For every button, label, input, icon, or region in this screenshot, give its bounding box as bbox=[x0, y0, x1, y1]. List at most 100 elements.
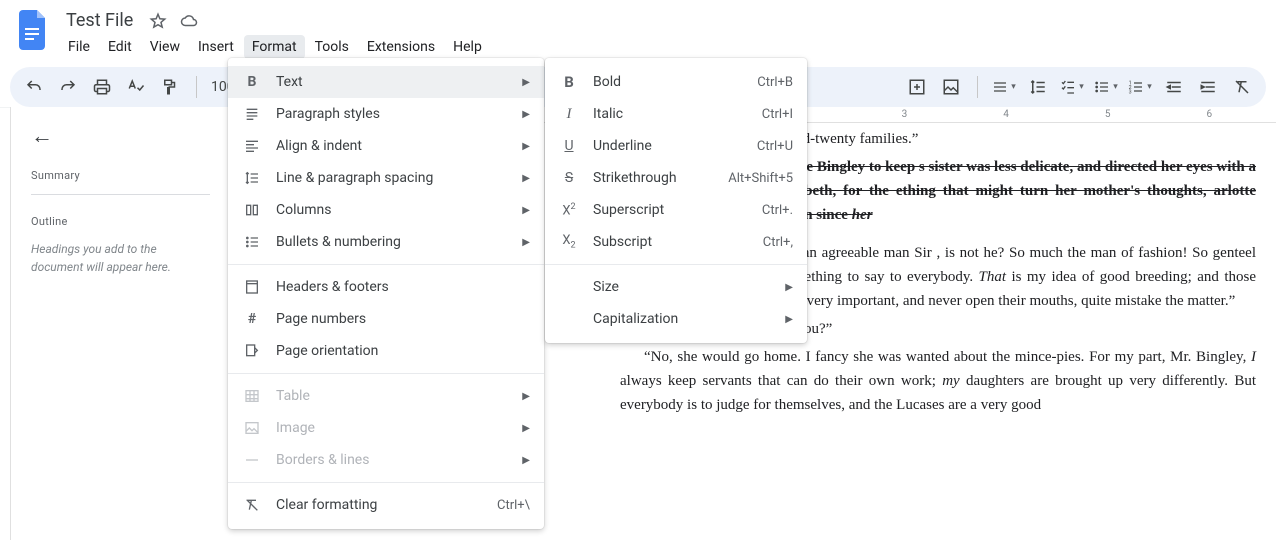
format-line-spacing[interactable]: Line & paragraph spacing ▶ bbox=[228, 162, 544, 194]
checklist-button[interactable] bbox=[1060, 75, 1084, 99]
decrease-indent-button[interactable] bbox=[1162, 75, 1186, 99]
docs-logo[interactable] bbox=[16, 12, 52, 48]
increase-indent-button[interactable] bbox=[1196, 75, 1220, 99]
menu-format[interactable]: Format bbox=[244, 35, 305, 59]
menu-label: Bullets & numbering bbox=[276, 234, 508, 250]
table-icon bbox=[242, 386, 262, 406]
format-bullets-numbering[interactable]: Bullets & numbering ▶ bbox=[228, 226, 544, 258]
back-arrow-icon[interactable]: ← bbox=[31, 123, 210, 149]
menu-tools[interactable]: Tools bbox=[307, 35, 357, 59]
text-strikethrough[interactable]: S Strikethrough Alt+Shift+5 bbox=[545, 162, 807, 194]
text-superscript[interactable]: X2 Superscript Ctrl+. bbox=[545, 194, 807, 226]
menu-bar: File Edit View Insert Format Tools Exten… bbox=[60, 35, 490, 59]
format-paragraph-styles[interactable]: Paragraph styles ▶ bbox=[228, 98, 544, 130]
menu-label: Page orientation bbox=[276, 343, 530, 359]
svg-text:3: 3 bbox=[1129, 90, 1132, 95]
menu-separator bbox=[228, 373, 544, 374]
paint-format-button[interactable] bbox=[158, 75, 182, 99]
text-size[interactable]: Size ▶ bbox=[545, 271, 807, 303]
cloud-icon[interactable] bbox=[179, 12, 199, 30]
list-icon bbox=[242, 232, 262, 252]
menu-view[interactable]: View bbox=[142, 35, 188, 59]
chevron-right-icon: ▶ bbox=[785, 314, 793, 325]
numbered-list-button[interactable]: 123 bbox=[1128, 75, 1152, 99]
line-spacing-icon bbox=[242, 168, 262, 188]
format-clear-formatting[interactable]: Clear formatting Ctrl+\ bbox=[228, 489, 544, 521]
align-button[interactable] bbox=[992, 75, 1016, 99]
insert-image-box-button[interactable] bbox=[905, 75, 929, 99]
menu-label: Table bbox=[276, 388, 508, 404]
line-spacing-button[interactable] bbox=[1026, 75, 1050, 99]
chevron-right-icon: ▶ bbox=[522, 391, 530, 402]
menu-label: Capitalization bbox=[593, 311, 771, 327]
menu-help[interactable]: Help bbox=[445, 35, 490, 59]
text-underline[interactable]: U Underline Ctrl+U bbox=[545, 130, 807, 162]
menu-extensions[interactable]: Extensions bbox=[359, 35, 443, 59]
insert-image-button[interactable] bbox=[939, 75, 963, 99]
text-italic[interactable]: I Italic Ctrl+I bbox=[545, 98, 807, 130]
vertical-ruler bbox=[0, 107, 11, 540]
underline-icon: U bbox=[559, 136, 579, 156]
undo-button[interactable] bbox=[22, 75, 46, 99]
divider bbox=[31, 194, 210, 195]
menu-shortcut: Ctrl+, bbox=[763, 235, 793, 250]
page-number-icon: # bbox=[242, 309, 262, 329]
body-text: her bbox=[852, 207, 873, 223]
ruler-tick: 4 bbox=[1003, 109, 1009, 120]
star-icon[interactable] bbox=[149, 12, 167, 30]
format-headers-footers[interactable]: Headers & footers bbox=[228, 271, 544, 303]
header-footer-icon bbox=[242, 277, 262, 297]
menu-shortcut: Ctrl+B bbox=[757, 75, 793, 90]
bulleted-list-button[interactable] bbox=[1094, 75, 1118, 99]
chevron-right-icon: ▶ bbox=[522, 77, 530, 88]
menu-label: Subscript bbox=[593, 234, 749, 250]
format-align-indent[interactable]: Align & indent ▶ bbox=[228, 130, 544, 162]
format-page-numbers[interactable]: # Page numbers bbox=[228, 303, 544, 335]
body-text: “No, she would go home. I fancy she was … bbox=[644, 349, 1251, 365]
menu-label: Borders & lines bbox=[276, 452, 508, 468]
menu-separator bbox=[545, 264, 807, 265]
menu-shortcut: Ctrl+I bbox=[762, 107, 793, 122]
header: Test File File Edit View Insert Format T… bbox=[0, 0, 1276, 59]
menu-file[interactable]: File bbox=[60, 35, 98, 59]
subscript-icon: X2 bbox=[559, 232, 579, 252]
menu-separator bbox=[228, 482, 544, 483]
format-menu: B Text ▶ Paragraph styles ▶ Align & inde… bbox=[228, 58, 544, 529]
spellcheck-button[interactable] bbox=[124, 75, 148, 99]
format-page-orientation[interactable]: Page orientation bbox=[228, 335, 544, 367]
menu-label: Size bbox=[593, 279, 771, 295]
body-text: my bbox=[942, 373, 960, 389]
text-subscript[interactable]: X2 Subscript Ctrl+, bbox=[545, 226, 807, 258]
format-text[interactable]: B Text ▶ bbox=[228, 66, 544, 98]
text-bold[interactable]: B Bold Ctrl+B bbox=[545, 66, 807, 98]
borders-icon bbox=[242, 450, 262, 470]
clear-formatting-button[interactable] bbox=[1230, 75, 1254, 99]
menu-insert[interactable]: Insert bbox=[190, 35, 242, 59]
menu-label: Underline bbox=[593, 138, 743, 154]
italic-icon: I bbox=[559, 104, 579, 124]
menu-edit[interactable]: Edit bbox=[100, 35, 140, 59]
format-columns[interactable]: Columns ▶ bbox=[228, 194, 544, 226]
chevron-right-icon: ▶ bbox=[522, 455, 530, 466]
menu-label: Italic bbox=[593, 106, 748, 122]
menu-label: Columns bbox=[276, 202, 508, 218]
document-title[interactable]: Test File bbox=[60, 8, 139, 33]
clear-formatting-icon bbox=[242, 495, 262, 515]
menu-label: Bold bbox=[593, 74, 743, 90]
menu-shortcut: Ctrl+\ bbox=[497, 498, 530, 513]
menu-shortcut: Alt+Shift+5 bbox=[728, 171, 793, 186]
redo-button[interactable] bbox=[56, 75, 80, 99]
menu-shortcut: Ctrl+. bbox=[762, 203, 793, 218]
ruler-tick: 6 bbox=[1207, 109, 1213, 120]
menu-shortcut: Ctrl+U bbox=[757, 139, 793, 154]
text-capitalization[interactable]: Capitalization ▶ bbox=[545, 303, 807, 335]
summary-heading: Summary bbox=[31, 169, 210, 182]
print-button[interactable] bbox=[90, 75, 114, 99]
menu-label: Superscript bbox=[593, 202, 748, 218]
superscript-icon: X2 bbox=[559, 200, 579, 220]
menu-label: Page numbers bbox=[276, 311, 530, 327]
outline-empty-text: Headings you add to the document will ap… bbox=[31, 240, 210, 276]
format-image: Image ▶ bbox=[228, 412, 544, 444]
format-table: Table ▶ bbox=[228, 380, 544, 412]
menu-label: Strikethrough bbox=[593, 170, 714, 186]
